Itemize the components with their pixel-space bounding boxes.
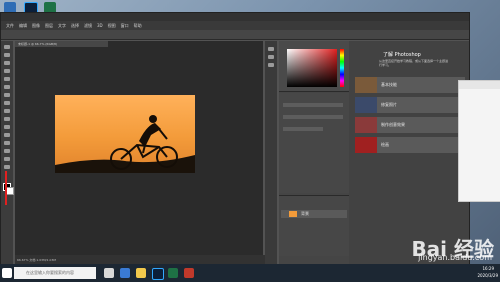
panel-icon-strip: [265, 41, 277, 265]
menu-item[interactable]: 图像: [32, 23, 40, 29]
brush-tool-icon[interactable]: [4, 101, 10, 105]
clone-stamp-tool-icon[interactable]: [4, 109, 10, 113]
photoshop-window: 文件 编辑 图像 图层 文字 选择 滤镜 3D 视图 窗口 帮助 未标题-1 @…: [0, 12, 470, 266]
file-explorer-icon[interactable]: [136, 268, 146, 278]
color-picker-field[interactable]: [287, 49, 337, 87]
search-input[interactable]: 在这里输入你要搜索的内容: [14, 267, 96, 279]
healing-brush-tool-icon[interactable]: [4, 93, 10, 97]
watermark-url: jingyan.baidu.com: [418, 253, 492, 262]
magic-wand-tool-icon[interactable]: [4, 69, 10, 73]
properties-panel: [279, 93, 349, 193]
history-panel-icon[interactable]: [268, 47, 274, 51]
properties-field: [283, 103, 343, 107]
annotation-arrow-icon: [5, 171, 7, 205]
card-thumbnail: [355, 137, 377, 153]
side-window-header: [459, 81, 500, 89]
hand-tool-icon[interactable]: [4, 157, 10, 161]
right-panels: 背景: [279, 41, 349, 265]
cyclist-silhouette-image: [55, 115, 195, 173]
menu-bar: 文件 编辑 图像 图层 文字 选择 滤镜 3D 视图 窗口 帮助: [1, 21, 469, 30]
menu-item[interactable]: 图层: [45, 23, 53, 29]
path-selection-tool-icon[interactable]: [4, 149, 10, 153]
clock-time: 16:29: [482, 266, 494, 271]
card-label: 绘画: [381, 142, 389, 147]
layer-thumbnail: [289, 211, 297, 217]
task-view-icon[interactable]: [104, 268, 114, 278]
menu-item[interactable]: 文字: [58, 23, 66, 29]
windows-start-icon[interactable]: [2, 268, 12, 278]
learn-card[interactable]: 修复照片 ›: [355, 97, 465, 113]
learn-description: 从这里直接开始学习教程，或从下面选择一个主题进行学习。: [379, 59, 449, 67]
learn-card[interactable]: 基本技能 ›: [355, 77, 465, 93]
hue-slider[interactable]: [340, 49, 344, 87]
learn-title: 了解 Photoshop: [383, 52, 421, 58]
card-thumbnail: [355, 97, 377, 113]
side-window[interactable]: [458, 80, 500, 202]
tools-panel: [1, 41, 14, 265]
properties-field: [283, 115, 343, 119]
layer-row[interactable]: 背景: [281, 210, 347, 218]
photoshop-taskbar-icon[interactable]: [152, 268, 164, 280]
options-bar: [1, 30, 469, 40]
menu-item[interactable]: 选择: [71, 23, 79, 29]
move-tool-icon[interactable]: [4, 45, 10, 49]
menu-item[interactable]: 滤镜: [84, 23, 92, 29]
color-panel: [279, 41, 349, 92]
excel-taskbar-icon[interactable]: [168, 268, 178, 278]
card-thumbnail: [355, 117, 377, 133]
marquee-tool-icon[interactable]: [4, 53, 10, 57]
lasso-tool-icon[interactable]: [4, 61, 10, 65]
document-image[interactable]: [55, 95, 195, 173]
card-thumbnail: [355, 77, 377, 93]
zoom-tool-icon[interactable]: [4, 165, 10, 169]
menu-item[interactable]: 3D: [97, 23, 103, 28]
card-label: 修复照片: [381, 102, 397, 107]
learn-card[interactable]: 绘画 ›: [355, 137, 465, 153]
clock-date: 2020/3/29: [477, 273, 498, 278]
learn-panel: 了解 Photoshop 从这里直接开始学习教程，或从下面选择一个主题进行学习。…: [349, 41, 469, 265]
layers-panel: 背景: [279, 195, 349, 256]
taskbar: 在这里输入你要搜索的内容 16:29 2020/3/29: [0, 264, 500, 282]
properties-panel-icon[interactable]: [268, 55, 274, 59]
eyedropper-tool-icon[interactable]: [4, 85, 10, 89]
background-color-swatch[interactable]: [6, 187, 14, 195]
crop-tool-icon[interactable]: [4, 77, 10, 81]
menu-item[interactable]: 视图: [108, 23, 116, 29]
menu-item[interactable]: 编辑: [19, 23, 27, 29]
layer-name: 背景: [301, 211, 309, 216]
pen-tool-icon[interactable]: [4, 133, 10, 137]
card-label: 基本技能: [381, 82, 397, 87]
menu-item[interactable]: 窗口: [121, 23, 129, 29]
type-tool-icon[interactable]: [4, 141, 10, 145]
menu-item[interactable]: 帮助: [134, 23, 142, 29]
properties-field: [283, 127, 323, 131]
adjustments-panel-icon[interactable]: [268, 63, 274, 67]
gradient-tool-icon[interactable]: [4, 125, 10, 129]
learn-card[interactable]: 制作创意效果 ›: [355, 117, 465, 133]
app-taskbar-icon[interactable]: [184, 268, 194, 278]
eraser-tool-icon[interactable]: [4, 117, 10, 121]
menu-item[interactable]: 文件: [6, 23, 14, 29]
title-bar: [1, 13, 469, 21]
card-label: 制作创意效果: [381, 122, 405, 127]
browser-icon[interactable]: [120, 268, 130, 278]
document-tab[interactable]: 未标题-1 @ 66.7% (RGB/8): [15, 41, 108, 47]
